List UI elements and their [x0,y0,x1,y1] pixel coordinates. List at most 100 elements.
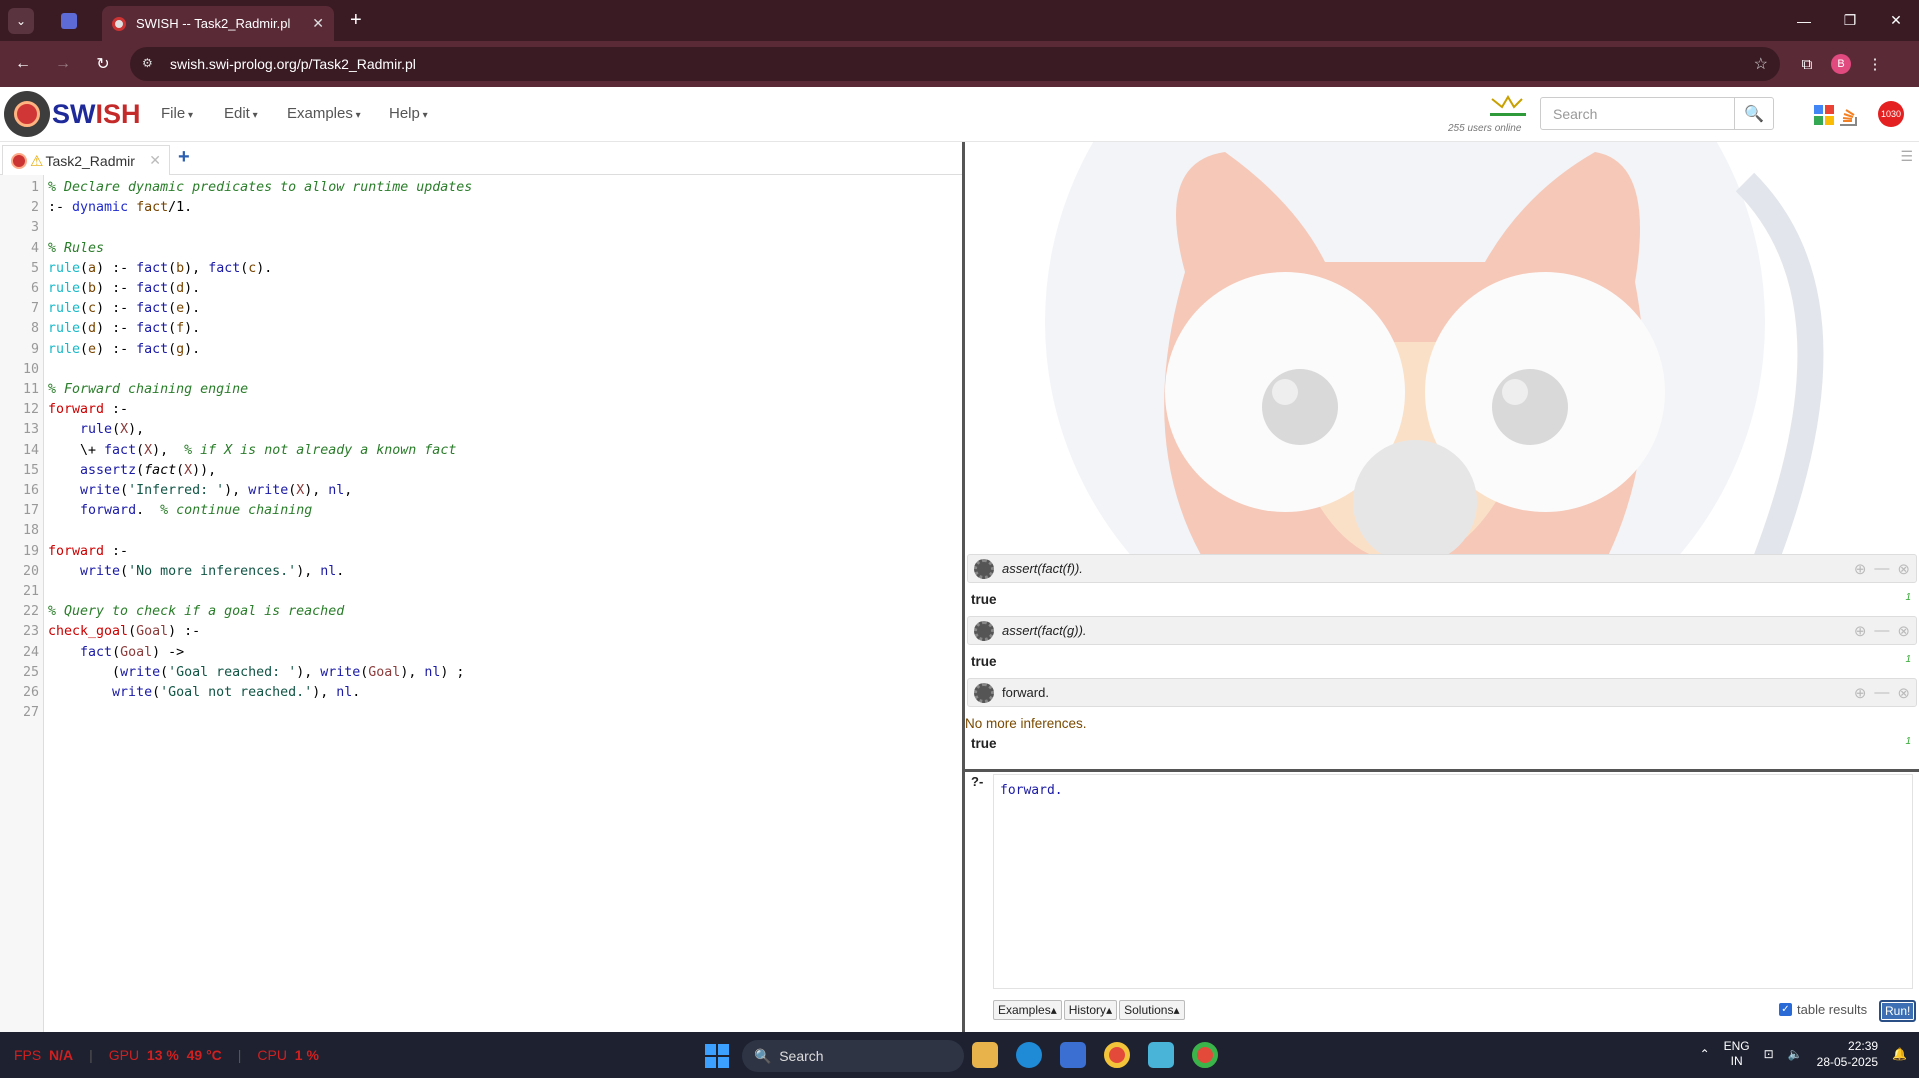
menu-edit[interactable]: Edit [224,105,258,122]
download-icon[interactable]: ⊕ [1854,684,1867,702]
code-line[interactable]: 27 [0,703,962,723]
code-line[interactable]: 6 rule(b) :- fact(d). [0,279,962,299]
windows-start-icon[interactable] [705,1044,729,1068]
line-number: 20 [22,563,39,579]
search-button[interactable]: 🔍 [1734,97,1774,130]
close-window-button[interactable]: ✕ [1873,0,1919,41]
line-number: 23 [22,624,39,640]
code-line[interactable]: 19 forward :- [0,542,962,562]
code-line[interactable]: 15 assertz(fact(X)), [0,461,962,481]
tab-search-dropdown[interactable]: ⌄ [8,7,34,34]
code-line[interactable]: 8 rule(d) :- fact(f). [0,319,962,339]
code-line[interactable]: 20 write('No more inferences.'), nl. [0,562,962,582]
menu-file[interactable]: File [161,105,193,122]
code-line[interactable]: 26 write('Goal not reached.'), nl. [0,683,962,703]
edge-icon[interactable] [1016,1042,1042,1068]
editor-tab[interactable]: ⚠ Task2_Radmir ✕ [2,145,170,175]
swish-brand[interactable]: SWISH [52,99,141,130]
network-icon[interactable]: ⊡ [1764,1047,1774,1061]
line-number: 19 [22,543,39,559]
code-line[interactable]: 4 % Rules [0,239,962,259]
minimize-icon[interactable]: — [1874,560,1889,578]
volume-icon[interactable]: 🔈 [1788,1047,1803,1061]
download-icon[interactable]: ⊕ [1854,560,1867,578]
extensions-icon[interactable]: ⧉ [1790,47,1824,81]
profile-avatar[interactable]: B [1831,54,1851,74]
minimize-icon[interactable]: — [1874,684,1889,702]
code-line[interactable]: 21 [0,582,962,602]
table-results-toggle[interactable]: ✓ table results [1779,1002,1867,1017]
code-line[interactable]: 17 forward. % continue chaining [0,501,962,521]
history-dropdown[interactable]: History ▴ [1063,1000,1118,1020]
query-input[interactable]: forward. [993,774,1913,989]
menu-help[interactable]: Help [389,105,428,122]
code-line[interactable]: 2:- dynamic fact/1. [0,198,962,218]
code-line[interactable]: 5 rule(a) :- fact(b), fact(c). [0,259,962,279]
file-explorer-icon[interactable] [972,1042,998,1068]
notepad-icon[interactable] [1148,1042,1174,1068]
solutions-dropdown[interactable]: Solutions ▴ [1119,1000,1185,1020]
minimize-icon[interactable]: — [1874,622,1889,640]
code-line[interactable]: 23 check_goal(Goal) :- [0,622,962,642]
download-icon[interactable]: ⊕ [1854,622,1867,640]
notification-bell-icon[interactable]: 1030 [1878,101,1904,127]
line-number: 25 [22,664,39,680]
results-menu-icon[interactable]: ☰ [1900,148,1913,165]
google-login-icon[interactable] [1812,103,1836,127]
close-icon[interactable]: ⊗ [1897,684,1910,702]
clock[interactable]: 22:39 28-05-2025 [1817,1038,1878,1070]
code-line[interactable]: 1 % Declare dynamic predicates to allow r… [0,178,962,198]
code-line[interactable]: 12 forward :- [0,400,962,420]
stackoverflow-icon[interactable] [1836,103,1860,127]
reload-button[interactable]: ↻ [86,47,120,81]
address-bar[interactable]: ⚙ swish.swi-prolog.org/p/Task2_Radmir.pl… [130,47,1780,81]
browser-tab-active[interactable]: SWISH -- Task2_Radmir.pl ✕ [102,6,334,41]
tray-chevron-icon[interactable]: ⌃ [1700,1047,1710,1061]
query-header-2[interactable]: assert(fact(g)). ⊕ — ⊗ [967,616,1917,645]
close-icon[interactable]: ⊗ [1897,560,1910,578]
code-text: rule(b) :- fact(d). [48,281,201,296]
table-results-checkbox[interactable]: ✓ [1779,1003,1792,1016]
code-line[interactable]: 24 fact(Goal) -> [0,643,962,663]
close-tab-icon[interactable]: ✕ [312,15,324,32]
search-input[interactable]: Search [1540,97,1735,130]
swish-logo-icon[interactable] [4,91,50,137]
back-button[interactable]: ← [6,47,40,81]
code-line[interactable]: 7 rule(c) :- fact(e). [0,299,962,319]
line-number: 6 [30,281,39,296]
code-line[interactable]: 18 [0,521,962,541]
examples-dropdown[interactable]: Examples ▴ [993,1000,1062,1020]
code-line[interactable]: 16 write('Inferred: '), write(X), nl, [0,481,962,501]
menu-examples[interactable]: Examples [287,105,361,122]
notifications-icon[interactable]: 🔔 [1892,1047,1907,1061]
bookmark-star-icon[interactable]: ☆ [1754,54,1768,74]
new-tab-button[interactable]: + [350,9,362,32]
code-line[interactable]: 3 [0,218,962,238]
store-icon[interactable] [1060,1042,1086,1068]
code-line[interactable]: 25 (write('Goal reached: '), write(Goal)… [0,663,962,683]
code-editor[interactable]: 1 % Declare dynamic predicates to allow r… [0,175,962,1032]
chrome-icon[interactable] [1104,1042,1130,1068]
code-line[interactable]: 9 rule(e) :- fact(g). [0,340,962,360]
browser-menu-icon[interactable]: ⋮ [1858,47,1892,81]
new-editor-tab-button[interactable]: + [178,146,190,169]
query-header-3[interactable]: forward. ⊕ — ⊗ [967,678,1917,707]
taskbar-search[interactable]: 🔍 Search [742,1040,964,1072]
code-line[interactable]: 22 % Query to check if a goal is reached [0,602,962,622]
forward-button[interactable]: → [46,47,80,81]
close-tab-icon[interactable]: ✕ [149,152,161,169]
code-line[interactable]: 14 \+ fact(X), % if X is not already a k… [0,441,962,461]
users-owl-icon[interactable] [1488,93,1528,117]
site-info-icon[interactable]: ⚙ [142,56,158,72]
pinned-tab[interactable] [54,6,84,36]
chrome-profile-icon[interactable] [1192,1042,1218,1068]
run-button[interactable]: Run! [1879,1000,1917,1022]
minimize-button[interactable]: — [1781,0,1827,41]
code-line[interactable]: 10 [0,360,962,380]
restore-button[interactable]: ❐ [1827,0,1873,41]
close-icon[interactable]: ⊗ [1897,622,1910,640]
code-line[interactable]: 13 rule(X), [0,420,962,440]
code-line[interactable]: 11 % Forward chaining engine [0,380,962,400]
language-indicator[interactable]: ENG IN [1724,1039,1750,1069]
query-header-1[interactable]: assert(fact(f)). ⊕ — ⊗ [967,554,1917,583]
